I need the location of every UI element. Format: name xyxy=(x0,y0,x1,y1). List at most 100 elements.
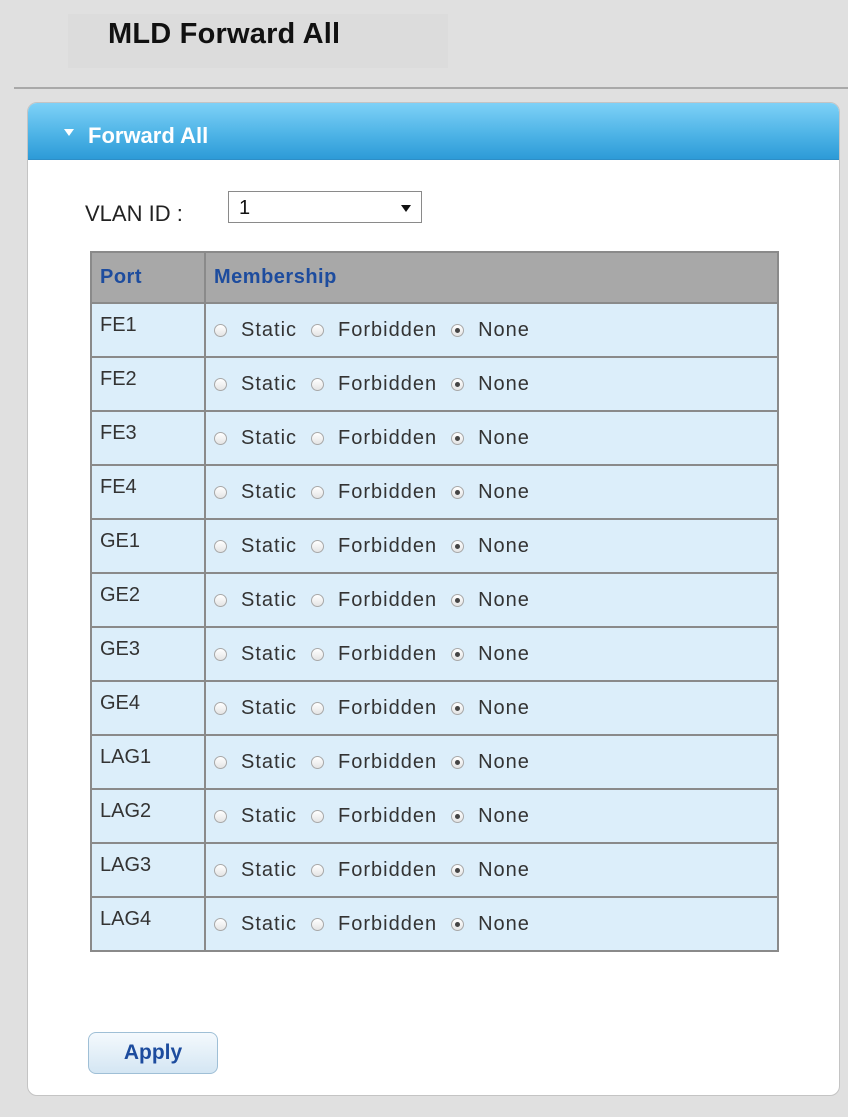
forbidden-radio[interactable] xyxy=(311,539,325,553)
membership-option-forbidden[interactable]: Forbidden xyxy=(311,373,437,396)
static-radio[interactable] xyxy=(214,593,227,607)
membership-option-none[interactable]: None xyxy=(451,751,530,774)
none-label: None xyxy=(478,480,530,503)
none-radio[interactable] xyxy=(451,863,465,877)
membership-option-forbidden[interactable]: Forbidden xyxy=(311,535,437,558)
none-label: None xyxy=(478,804,530,827)
static-label: Static xyxy=(241,318,298,341)
membership-option-none[interactable]: None xyxy=(451,427,530,450)
forbidden-radio[interactable] xyxy=(311,647,325,661)
static-radio[interactable] xyxy=(214,377,227,391)
none-label: None xyxy=(478,534,530,557)
forbidden-radio[interactable] xyxy=(311,809,325,823)
none-radio[interactable] xyxy=(451,323,465,337)
static-radio[interactable] xyxy=(214,755,227,769)
membership-option-none[interactable]: None xyxy=(451,913,530,936)
forbidden-label: Forbidden xyxy=(338,696,438,719)
membership-options: Static Forbidden None xyxy=(214,319,769,342)
none-radio[interactable] xyxy=(451,647,465,661)
membership-option-none[interactable]: None xyxy=(451,859,530,882)
apply-button[interactable]: Apply xyxy=(88,1032,218,1074)
vlan-id-select[interactable]: 1 xyxy=(228,191,422,223)
forbidden-radio[interactable] xyxy=(311,917,325,931)
membership-option-static[interactable]: Static xyxy=(214,427,297,450)
static-radio[interactable] xyxy=(214,917,227,931)
membership-option-static[interactable]: Static xyxy=(214,697,297,720)
membership-cell: Static Forbidden None xyxy=(204,302,779,358)
none-radio[interactable] xyxy=(451,485,465,499)
membership-option-none[interactable]: None xyxy=(451,481,530,504)
membership-cell: Static Forbidden None xyxy=(204,788,779,844)
none-radio[interactable] xyxy=(451,809,465,823)
membership-option-none[interactable]: None xyxy=(451,319,530,342)
static-radio[interactable] xyxy=(214,809,227,823)
static-radio[interactable] xyxy=(214,863,227,877)
forbidden-radio[interactable] xyxy=(311,863,325,877)
membership-options: Static Forbidden None xyxy=(214,373,769,396)
membership-option-none[interactable]: None xyxy=(451,589,530,612)
forbidden-label: Forbidden xyxy=(338,588,438,611)
forbidden-label: Forbidden xyxy=(338,480,438,503)
membership-options: Static Forbidden None xyxy=(214,481,769,504)
membership-option-static[interactable]: Static xyxy=(214,643,297,666)
static-radio[interactable] xyxy=(214,485,227,499)
membership-option-static[interactable]: Static xyxy=(214,373,297,396)
port-name-cell: FE2 xyxy=(90,356,206,412)
none-radio[interactable] xyxy=(451,701,465,715)
none-radio[interactable] xyxy=(451,431,465,445)
none-radio[interactable] xyxy=(451,917,465,931)
membership-options: Static Forbidden None xyxy=(214,859,769,882)
none-label: None xyxy=(478,318,530,341)
port-name-cell: FE3 xyxy=(90,410,206,466)
table-row: FE4 Static Forbidden None xyxy=(90,464,779,520)
membership-option-static[interactable]: Static xyxy=(214,589,297,612)
membership-option-static[interactable]: Static xyxy=(214,805,297,828)
forbidden-radio[interactable] xyxy=(311,593,325,607)
membership-option-none[interactable]: None xyxy=(451,697,530,720)
table-header-row: Port Membership xyxy=(90,251,779,304)
static-radio[interactable] xyxy=(214,539,227,553)
membership-option-forbidden[interactable]: Forbidden xyxy=(311,805,437,828)
panel-header[interactable]: Forward All xyxy=(28,103,839,160)
collapse-triangle-icon[interactable] xyxy=(64,129,74,136)
none-radio[interactable] xyxy=(451,377,465,391)
membership-option-none[interactable]: None xyxy=(451,643,530,666)
membership-option-forbidden[interactable]: Forbidden xyxy=(311,643,437,666)
membership-option-static[interactable]: Static xyxy=(214,751,297,774)
none-radio[interactable] xyxy=(451,593,465,607)
none-radio[interactable] xyxy=(451,539,465,553)
membership-option-forbidden[interactable]: Forbidden xyxy=(311,319,437,342)
membership-option-forbidden[interactable]: Forbidden xyxy=(311,589,437,612)
membership-option-static[interactable]: Static xyxy=(214,481,297,504)
membership-option-none[interactable]: None xyxy=(451,805,530,828)
forbidden-radio[interactable] xyxy=(311,755,325,769)
forbidden-label: Forbidden xyxy=(338,912,438,935)
membership-option-none[interactable]: None xyxy=(451,535,530,558)
table-row: GE2 Static Forbidden None xyxy=(90,572,779,628)
membership-option-static[interactable]: Static xyxy=(214,859,297,882)
membership-cell: Static Forbidden None xyxy=(204,626,779,682)
forbidden-radio[interactable] xyxy=(311,485,325,499)
membership-option-static[interactable]: Static xyxy=(214,319,297,342)
static-radio[interactable] xyxy=(214,647,227,661)
static-radio[interactable] xyxy=(214,701,227,715)
none-label: None xyxy=(478,588,530,611)
forbidden-radio[interactable] xyxy=(311,377,325,391)
forbidden-radio[interactable] xyxy=(311,323,325,337)
forbidden-radio[interactable] xyxy=(311,701,325,715)
static-radio[interactable] xyxy=(214,323,227,337)
membership-option-forbidden[interactable]: Forbidden xyxy=(311,913,437,936)
membership-option-forbidden[interactable]: Forbidden xyxy=(311,751,437,774)
membership-option-static[interactable]: Static xyxy=(214,913,297,936)
membership-option-forbidden[interactable]: Forbidden xyxy=(311,427,437,450)
none-radio[interactable] xyxy=(451,755,465,769)
membership-cell: Static Forbidden None xyxy=(204,356,779,412)
static-radio[interactable] xyxy=(214,431,227,445)
membership-option-none[interactable]: None xyxy=(451,373,530,396)
membership-option-forbidden[interactable]: Forbidden xyxy=(311,481,437,504)
membership-option-forbidden[interactable]: Forbidden xyxy=(311,697,437,720)
membership-option-static[interactable]: Static xyxy=(214,535,297,558)
membership-option-forbidden[interactable]: Forbidden xyxy=(311,859,437,882)
static-label: Static xyxy=(241,426,298,449)
forbidden-radio[interactable] xyxy=(311,431,325,445)
